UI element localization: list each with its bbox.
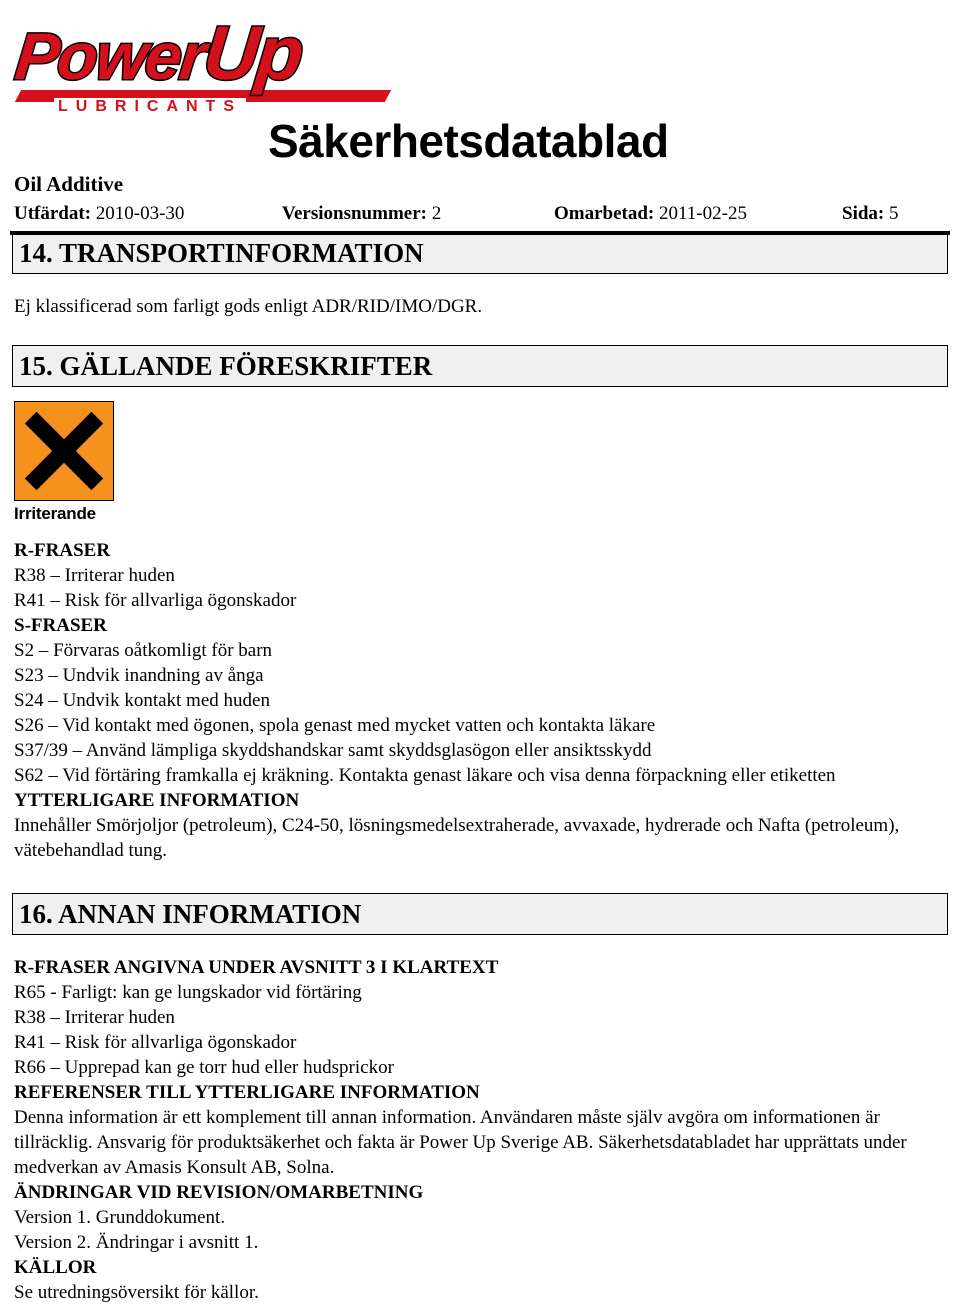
meta-page-value: 5	[889, 203, 899, 224]
r-phrases-heading: R-FRASER	[14, 540, 111, 561]
r-clear-heading: R-FRASER ANGIVNA UNDER AVSNITT 3 I KLART…	[14, 957, 499, 978]
section-heading-16: 16. ANNAN INFORMATION	[12, 893, 948, 935]
s-phrase-item: S37/39 – Använd lämpliga skyddshandskar …	[14, 740, 652, 761]
meta-issued-value: 2010-03-30	[95, 203, 185, 224]
sources-body: Se utredningsöversikt för källor.	[14, 1282, 259, 1303]
header-divider	[10, 231, 950, 235]
meta-issued-label: Utfärdat:	[14, 203, 92, 224]
meta-page-label: Sida:	[842, 203, 885, 224]
logo-subtitle: LUBRICANTS	[54, 98, 246, 116]
r-clear-item: R66 – Upprepad kan ge torr hud eller hud…	[14, 1057, 394, 1078]
section-14-body: Ej klassificerad som farligt gods enligt…	[14, 294, 946, 319]
references-heading: REFERENSER TILL YTTERLIGARE INFORMATION	[14, 1082, 480, 1103]
section-heading-14: 14. TRANSPORTINFORMATION	[12, 232, 948, 274]
document-header: PowerUp LUBRICANTS Säkerhetsdatablad Oil…	[0, 0, 960, 235]
section-heading-15: 15. GÄLLANDE FÖRESKRIFTER	[12, 345, 948, 387]
meta-revised-label: Omarbetad:	[554, 203, 655, 224]
s-phrase-item: S2 – Förvaras oåtkomligt för barn	[14, 640, 273, 661]
s-phrases-heading: S-FRASER	[14, 615, 107, 636]
section-15-title: 15. GÄLLANDE FÖRESKRIFTER	[19, 350, 433, 381]
r-phrase-item: R41 – Risk för allvarliga ögonskador	[14, 590, 297, 611]
s-phrase-item: S62 – Vid förtäring framkalla ej kräknin…	[14, 765, 836, 786]
pictogram-label: Irriterande	[14, 504, 96, 523]
s-phrase-item: S24 – Undvik kontakt med huden	[14, 690, 270, 711]
meta-page: Sida: 5	[842, 203, 899, 225]
header-meta-row: Utfärdat: 2010-03-30 Versionsnummer: 2 O…	[14, 203, 946, 229]
changes-heading: ÄNDRINGAR VID REVISION/OMARBETNING	[14, 1182, 424, 1203]
document-title: Säkerhetsdatablad	[268, 115, 669, 167]
r-clear-item: R65 - Farligt: kan ge lungskador vid för…	[14, 982, 362, 1003]
hazard-pictogram-block: Irriterande	[14, 401, 124, 524]
meta-version-value: 2	[431, 203, 442, 224]
s-phrase-item: S23 – Undvik inandning av ånga	[14, 665, 264, 686]
meta-version-label: Versionsnummer:	[282, 203, 427, 224]
meta-version: Versionsnummer: 2	[282, 203, 441, 225]
sources-heading: KÄLLOR	[14, 1257, 97, 1278]
section-14-title: 14. TRANSPORTINFORMATION	[19, 237, 424, 268]
extra-info-body: Innehåller Smörjoljor (petroleum), C24-5…	[14, 815, 900, 861]
meta-revised-value: 2011-02-25	[659, 203, 747, 224]
s-phrase-item: S26 – Vid kontakt med ögonen, spola gena…	[14, 715, 656, 736]
section-16-title: 16. ANNAN INFORMATION	[19, 898, 362, 929]
meta-revised: Omarbetad: 2011-02-25	[554, 203, 747, 225]
references-body: Denna information är ett komplement till…	[14, 1107, 907, 1178]
section-16-body: R-FRASER ANGIVNA UNDER AVSNITT 3 I KLART…	[14, 955, 946, 1305]
changes-item: Version 2. Ändringar i avsnitt 1.	[14, 1232, 259, 1253]
product-name: Oil Additive	[14, 172, 124, 196]
r-phrase-item: R38 – Irriterar huden	[14, 565, 175, 586]
r-clear-item: R41 – Risk för allvarliga ögonskador	[14, 1032, 297, 1053]
section-15-body: R-FRASER R38 – Irriterar huden R41 – Ris…	[14, 538, 946, 863]
irritant-icon	[14, 401, 114, 501]
extra-info-heading: YTTERLIGARE INFORMATION	[14, 790, 300, 811]
logo-word-power: Power	[10, 18, 209, 95]
changes-item: Version 1. Grunddokument.	[14, 1207, 226, 1228]
safety-data-sheet-page: PowerUp LUBRICANTS Säkerhetsdatablad Oil…	[0, 0, 960, 1305]
section-14-text: Ej klassificerad som farligt gods enligt…	[14, 296, 483, 317]
meta-issued: Utfärdat: 2010-03-30	[14, 203, 184, 225]
r-clear-item: R38 – Irriterar huden	[14, 1007, 175, 1028]
logo-word-up: Up	[198, 10, 307, 98]
x-cross-icon	[24, 411, 104, 491]
powerup-logo: PowerUp LUBRICANTS	[8, 10, 418, 117]
logo-wordmark: PowerUp	[10, 10, 307, 98]
